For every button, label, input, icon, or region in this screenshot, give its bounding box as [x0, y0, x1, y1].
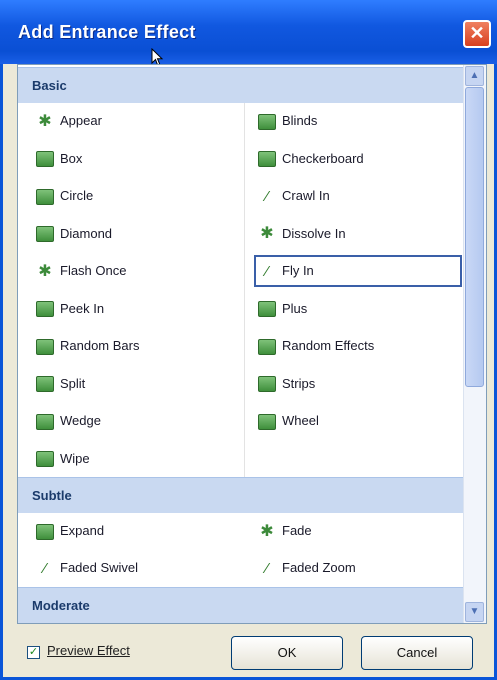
effect-item[interactable]: Plus: [258, 297, 307, 321]
add-entrance-effect-dialog: Add Entrance Effect ✕ Basic ✱ Appear Box Ci…: [0, 0, 497, 680]
checkmark-icon: ✓: [28, 646, 39, 658]
effect-item[interactable]: Wedge: [36, 409, 101, 433]
ok-button[interactable]: OK: [231, 636, 343, 670]
scroll-up-icon[interactable]: ▲: [465, 66, 484, 86]
effect-item-label: Plus: [282, 300, 308, 316]
title-bar[interactable]: Add Entrance Effect ✕: [0, 0, 497, 64]
effect-item[interactable]: ⁄ Faded Zoom: [258, 556, 356, 580]
effect-icon: [258, 113, 276, 130]
effect-item-label: Wedge: [60, 413, 101, 428]
effect-item-label: Crawl In: [282, 188, 330, 203]
wand-icon: ⁄: [265, 559, 269, 577]
close-button[interactable]: ✕: [463, 20, 491, 48]
effect-icon: [258, 338, 276, 355]
effect-item[interactable]: ⁄ Faded Swivel: [36, 556, 138, 580]
effect-item[interactable]: Blinds: [258, 109, 317, 133]
effect-item-label: Flash Once: [60, 263, 127, 278]
cancel-button[interactable]: Cancel: [361, 636, 473, 670]
wand-icon: ⁄: [265, 187, 269, 205]
effect-item[interactable]: ✱ Fade: [258, 519, 312, 543]
effect-item[interactable]: Random Bars: [36, 334, 139, 358]
effect-item-label: Fade: [282, 523, 312, 538]
star-icon: ✱: [38, 262, 52, 280]
effect-icon: [36, 301, 54, 318]
section-header-subtle: Subtle: [18, 477, 466, 513]
scroll-down-icon[interactable]: ▼: [465, 602, 484, 622]
effect-item[interactable]: Diamond: [36, 222, 112, 246]
effect-item-label: Blinds: [282, 113, 318, 128]
effect-item[interactable]: Expand: [36, 519, 104, 543]
effect-item-label: Checkerboard: [282, 150, 364, 166]
effect-icon: [258, 301, 276, 318]
effect-item[interactable]: Random Effects: [258, 334, 374, 358]
effect-item-label: Wheel: [282, 413, 319, 428]
effect-item[interactable]: ⁄ Crawl In: [258, 184, 330, 208]
effect-icon: [36, 451, 54, 468]
close-icon: ✕: [469, 23, 485, 43]
effect-item[interactable]: Wipe: [36, 447, 90, 471]
effect-icon: [258, 151, 276, 168]
effect-item-label: Box: [60, 150, 83, 166]
wand-icon: ⁄: [43, 559, 47, 577]
preview-effect-label[interactable]: Preview Effect: [47, 643, 130, 658]
effect-item-label: Strips: [282, 375, 316, 391]
effect-icon: [36, 151, 54, 168]
effect-item-label: Peek In: [60, 300, 105, 316]
effect-item-label: Appear: [60, 113, 102, 128]
effect-icon: [36, 188, 54, 205]
window-title: Add Entrance Effect: [18, 22, 196, 42]
effect-item[interactable]: Checkerboard: [258, 147, 364, 171]
effects-list[interactable]: Basic ✱ Appear Box Circle Diamond ✱ Flash Once…: [17, 64, 487, 624]
effect-item-label: Expand: [60, 523, 105, 538]
effect-item-label: Split: [60, 375, 86, 391]
effect-item-label: Faded Swivel: [60, 560, 139, 575]
effect-item[interactable]: Peek In: [36, 297, 104, 321]
effect-item-label: Random Effects: [282, 338, 375, 353]
scroll-thumb[interactable]: [465, 87, 484, 387]
effect-item[interactable]: Circle: [36, 184, 93, 208]
effect-item[interactable]: Strips: [258, 372, 315, 396]
effect-item[interactable]: ✱ Dissolve In: [258, 222, 346, 246]
column-divider: [244, 103, 245, 479]
star-icon: ✱: [260, 522, 274, 540]
effect-item-label: Dissolve In: [282, 225, 346, 241]
star-icon: ✱: [260, 225, 274, 243]
effect-item[interactable]: Split: [36, 372, 85, 396]
effect-icon: [36, 413, 54, 430]
effect-item-label: Circle: [60, 188, 94, 203]
effect-icon: [36, 376, 54, 393]
effect-icon: [36, 523, 54, 540]
vertical-scrollbar[interactable]: ▲ ▼: [463, 65, 486, 623]
effect-item[interactable]: ✱ Flash Once: [36, 259, 126, 283]
effect-icon: [36, 338, 54, 355]
effect-icon: [258, 376, 276, 393]
effect-item-label: Wipe: [60, 450, 90, 466]
effect-item[interactable]: ⁄ Fly In: [254, 255, 462, 287]
preview-effect-checkbox[interactable]: ✓: [27, 646, 40, 659]
effect-item[interactable]: ✱ Appear: [36, 109, 102, 133]
section-header-moderate: Moderate: [18, 587, 466, 623]
effect-item-label: Fly In: [282, 263, 314, 278]
wand-icon: ⁄: [265, 262, 269, 280]
effect-item[interactable]: Box: [36, 147, 82, 171]
dialog-footer: ✓ Preview Effect OK Cancel: [3, 632, 497, 680]
effect-item-label: Faded Zoom: [282, 560, 356, 575]
effect-item-label: Random Bars: [60, 338, 140, 353]
effect-item-label: Diamond: [60, 225, 113, 241]
effect-icon: [258, 413, 276, 430]
effect-item[interactable]: Wheel: [258, 409, 319, 433]
star-icon: ✱: [38, 112, 52, 130]
effect-icon: [36, 226, 54, 243]
section-header-basic: Basic: [18, 67, 466, 103]
